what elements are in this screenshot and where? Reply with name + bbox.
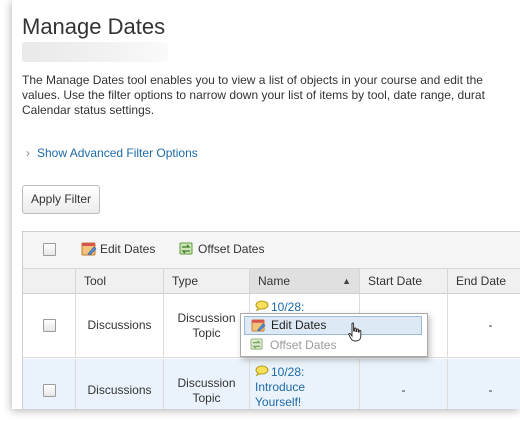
- edit-dates-label: Edit Dates: [100, 242, 156, 256]
- menu-item-edit-dates[interactable]: Edit Dates: [244, 316, 422, 335]
- context-menu: Edit Dates Offset Dates: [240, 313, 428, 357]
- offset-dates-toolbar-button[interactable]: Offset Dates: [179, 242, 264, 256]
- manage-dates-panel: Manage Dates The Manage Dates tool enabl…: [12, 0, 520, 409]
- type-line: Discussion: [177, 375, 236, 390]
- header-select-column: [23, 269, 75, 293]
- menu-item-offset-dates: Offset Dates: [244, 336, 422, 355]
- discussion-topic-icon: [255, 365, 269, 377]
- description-text: The Manage Dates tool enables you to vie…: [22, 73, 520, 118]
- menu-item-label: Edit Dates: [271, 318, 327, 332]
- edit-dates-icon: [251, 319, 266, 332]
- type-line: Discussion: [177, 310, 236, 325]
- type-cell: Discussion Topic: [163, 294, 249, 357]
- apply-filter-button[interactable]: Apply Filter: [22, 185, 101, 214]
- topic-name-line: Yourself!: [255, 395, 302, 409]
- description-line: values. Use the filter options to narrow…: [22, 88, 485, 102]
- description-line: Calendar status settings.: [22, 103, 155, 117]
- sort-ascending-icon: ▲: [342, 276, 351, 286]
- tool-cell: Discussions: [75, 294, 163, 357]
- table-header: Tool Type Name ▲ Start Date End Date: [23, 269, 520, 294]
- row-checkbox-cell: [23, 294, 75, 357]
- type-cell: Discussion Topic: [163, 359, 249, 409]
- blurred-subtitle: [22, 42, 168, 62]
- hand-pointer-cursor-icon: [348, 322, 362, 342]
- menu-item-label: Offset Dates: [270, 338, 337, 352]
- table-toolbar: Edit Dates Offset Dates: [23, 232, 520, 269]
- edit-dates-toolbar-button[interactable]: Edit Dates: [81, 242, 155, 256]
- advanced-filter-label: Show Advanced Filter Options: [37, 146, 198, 160]
- header-name-label: Name: [258, 274, 291, 288]
- header-start-date[interactable]: Start Date: [359, 269, 447, 293]
- tool-cell: Discussions: [75, 359, 163, 409]
- start-date-cell: -: [359, 359, 447, 409]
- page-title: Manage Dates: [22, 14, 166, 39]
- offset-dates-icon: [250, 338, 263, 350]
- topic-name-link[interactable]: 10/28: Introduce Yourself!: [255, 365, 305, 409]
- topic-name-line: 10/28:: [271, 365, 305, 379]
- header-type[interactable]: Type: [163, 269, 249, 293]
- offset-dates-label: Offset Dates: [198, 242, 265, 256]
- end-date-cell: -: [447, 294, 520, 357]
- end-date-cell: -: [447, 359, 520, 409]
- type-line: Topic: [192, 390, 221, 405]
- description-line: The Manage Dates tool enables you to vie…: [22, 73, 483, 87]
- name-cell: 10/28: Introduce Yourself!: [249, 359, 359, 409]
- header-end-date[interactable]: End Date: [447, 269, 520, 293]
- offset-dates-icon: [179, 242, 193, 255]
- type-line: Topic: [192, 325, 221, 340]
- edit-dates-icon: [81, 242, 97, 256]
- row-checkbox[interactable]: [42, 384, 56, 397]
- topic-name-line: 10/28:: [271, 300, 305, 314]
- topic-name-line: Introduce: [255, 380, 306, 394]
- discussion-topic-icon: [255, 300, 269, 312]
- table-row: Discussions Discussion Topic 10/28: Intr…: [23, 359, 520, 409]
- header-name[interactable]: Name ▲: [249, 269, 359, 293]
- row-checkbox-cell: [23, 359, 75, 409]
- chevron-right-icon: ›: [26, 146, 30, 160]
- row-checkbox[interactable]: [42, 319, 56, 332]
- select-all-checkbox[interactable]: [43, 243, 56, 256]
- header-tool[interactable]: Tool: [75, 269, 163, 293]
- show-advanced-filter-link[interactable]: › Show Advanced Filter Options: [26, 146, 198, 160]
